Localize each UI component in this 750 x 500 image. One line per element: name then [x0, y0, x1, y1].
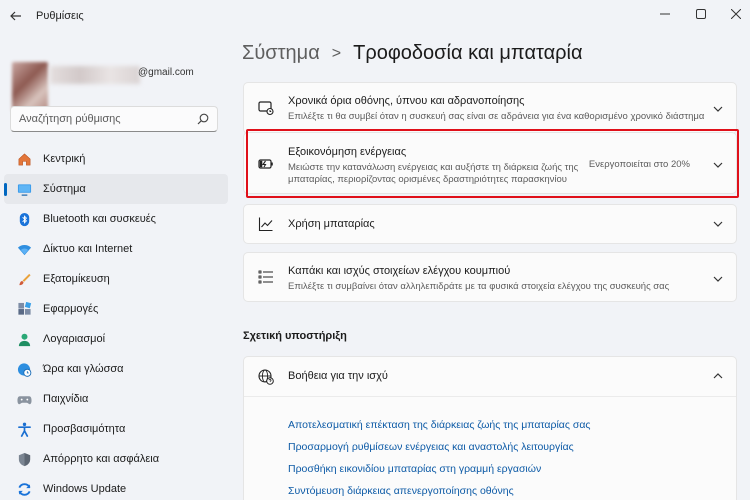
power-help-header[interactable]: Βοήθεια για την ισχύ [244, 357, 736, 397]
globe-help-icon [257, 368, 275, 386]
page-title: Τροφοδοσία και μπαταρία [353, 42, 583, 64]
account-name-redacted [50, 66, 140, 84]
energy-saver-card[interactable]: Εξοικονόμηση ενέργειας Μειώστε την καταν… [243, 132, 737, 194]
card-title: Βοήθεια για την ισχύ [288, 370, 388, 382]
apps-icon [16, 301, 32, 317]
screen-sleep-icon [257, 99, 275, 117]
sidebar-item-label: Προσβασιμότητα [43, 423, 126, 435]
breadcrumb: Σύστημα > Τροφοδοσία και μπαταρία [242, 42, 583, 65]
sidebar-item-gaming[interactable]: Παιχνίδια [4, 384, 228, 414]
person-icon [16, 331, 32, 347]
sidebar-item-apps[interactable]: Εφαρμογές [4, 294, 228, 324]
card-description: μπαταρίας, περιορίζοντας ορισμένες δραστ… [288, 174, 567, 185]
sidebar-item-label: Παιχνίδια [43, 393, 89, 405]
globe-clock-icon [16, 361, 32, 377]
support-link[interactable]: Συντόμευση διάρκειας απενεργοποίησης οθό… [288, 480, 590, 500]
card-title: Καπάκι και ισχύς στοιχείων ελέγχου κουμπ… [288, 265, 511, 277]
sidebar-item-label: Εξατομίκευση [43, 273, 110, 285]
chevron-down-icon [713, 221, 723, 227]
sidebar-item-label: Λογαριασμοί [43, 333, 106, 345]
sidebar-item-label: Απόρρητο και ασφάλεια [43, 453, 160, 465]
sidebar-item-bluetooth[interactable]: Bluetooth και συσκευές [4, 204, 228, 234]
close-button[interactable] [722, 4, 750, 24]
support-link[interactable]: Προσθήκη εικονιδίου μπαταρίας στη γραμμή… [288, 458, 590, 480]
card-description: Μειώστε την κατανάλωση ενέργειας και αυξ… [288, 162, 579, 173]
account-email: @gmail.com [138, 67, 194, 78]
search-icon[interactable] [197, 113, 209, 125]
chart-line-icon [257, 215, 275, 233]
avatar[interactable] [12, 62, 48, 112]
wifi-icon [16, 241, 32, 257]
sidebar-item-accounts[interactable]: Λογαριασμοί [4, 324, 228, 354]
search-box[interactable] [10, 106, 218, 132]
sidebar-nav: Κεντρική Σύστημα Bluetooth και συσκευές … [4, 144, 228, 500]
chevron-down-icon [713, 106, 723, 112]
chevron-down-icon [713, 162, 723, 168]
accessibility-icon [16, 421, 32, 437]
search-input[interactable] [11, 113, 191, 125]
maximize-icon [696, 9, 706, 19]
gamepad-icon [16, 391, 32, 407]
sidebar-item-label: Εφαρμογές [43, 303, 99, 315]
sidebar-item-label: Δίκτυο και Internet [43, 243, 133, 255]
monitor-icon [16, 181, 32, 197]
sidebar-item-personalization[interactable]: Εξατομίκευση [4, 264, 228, 294]
sidebar-item-network[interactable]: Δίκτυο και Internet [4, 234, 228, 264]
app-title: Ρυθμίσεις [36, 10, 84, 22]
bluetooth-icon [16, 211, 32, 227]
sidebar-item-label: Bluetooth και συσκευές [43, 213, 156, 225]
screen-sleep-card[interactable]: Χρονικά όρια οθόνης, ύπνου και αδρανοποί… [243, 82, 737, 134]
support-links: Αποτελεσματική επέκταση της διάρκειας ζω… [288, 414, 590, 500]
support-link[interactable]: Αποτελεσματική επέκταση της διάρκειας ζω… [288, 414, 590, 436]
shield-icon [16, 451, 32, 467]
sidebar-item-home[interactable]: Κεντρική [4, 144, 228, 174]
sidebar-item-label: Σύστημα [43, 183, 86, 195]
sidebar-item-label: Windows Update [43, 483, 127, 495]
sidebar-item-system[interactable]: Σύστημα [4, 174, 228, 204]
support-link[interactable]: Προσαρμογή ρυθμίσεων ενέργειας και αναστ… [288, 436, 590, 458]
title-bar: Ρυθμίσεις [0, 0, 750, 32]
card-title: Εξοικονόμηση ενέργειας [288, 146, 407, 158]
chevron-down-icon [713, 276, 723, 282]
main-content: Σύστημα > Τροφοδοσία και μπαταρία Χρονικ… [232, 32, 750, 500]
card-description: Επιλέξτε τι θα συμβεί όταν η συσκευή σας… [288, 111, 705, 122]
card-title: Χρήση μπαταρίας [288, 218, 375, 230]
battery-usage-card[interactable]: Χρήση μπαταρίας [243, 204, 737, 244]
sidebar-item-accessibility[interactable]: Προσβασιμότητα [4, 414, 228, 444]
maximize-button[interactable] [687, 4, 715, 24]
card-description: Επιλέξτε τι συμβαίνει όταν αλληλεπιδράτε… [288, 281, 670, 292]
sidebar-item-label: Ώρα και γλώσσα [43, 363, 124, 375]
brush-icon [16, 271, 32, 287]
card-title: Χρονικά όρια οθόνης, ύπνου και αδρανοποί… [288, 95, 525, 107]
sidebar-item-privacy[interactable]: Απόρρητο και ασφάλεια [4, 444, 228, 474]
sidebar-item-windows-update[interactable]: Windows Update [4, 474, 228, 500]
back-button[interactable] [8, 8, 24, 24]
lid-power-buttons-card[interactable]: Καπάκι και ισχύς στοιχείων ελέγχου κουμπ… [243, 252, 737, 302]
breadcrumb-parent[interactable]: Σύστημα [242, 42, 320, 65]
list-settings-icon [257, 268, 275, 286]
minimize-icon [660, 13, 670, 15]
home-icon [16, 151, 32, 167]
arrow-left-icon [10, 11, 21, 21]
close-icon [731, 9, 741, 19]
breadcrumb-separator: > [331, 44, 342, 62]
energy-saver-status: Ενεργοποιείται στο 20% [588, 159, 690, 170]
sidebar-item-time-language[interactable]: Ώρα και γλώσσα [4, 354, 228, 384]
related-support-heading: Σχετική υποστήριξη [243, 330, 347, 342]
windows-update-icon [16, 481, 32, 497]
sidebar: @gmail.com Κεντρική Σύστημα Bluetooth κα… [0, 32, 232, 500]
sidebar-item-label: Κεντρική [43, 153, 86, 165]
energy-saver-icon [257, 155, 275, 173]
chevron-up-icon [713, 373, 723, 379]
power-help-card: Βοήθεια για την ισχύ Αποτελεσματική επέκ… [243, 356, 737, 500]
minimize-button[interactable] [651, 4, 679, 24]
